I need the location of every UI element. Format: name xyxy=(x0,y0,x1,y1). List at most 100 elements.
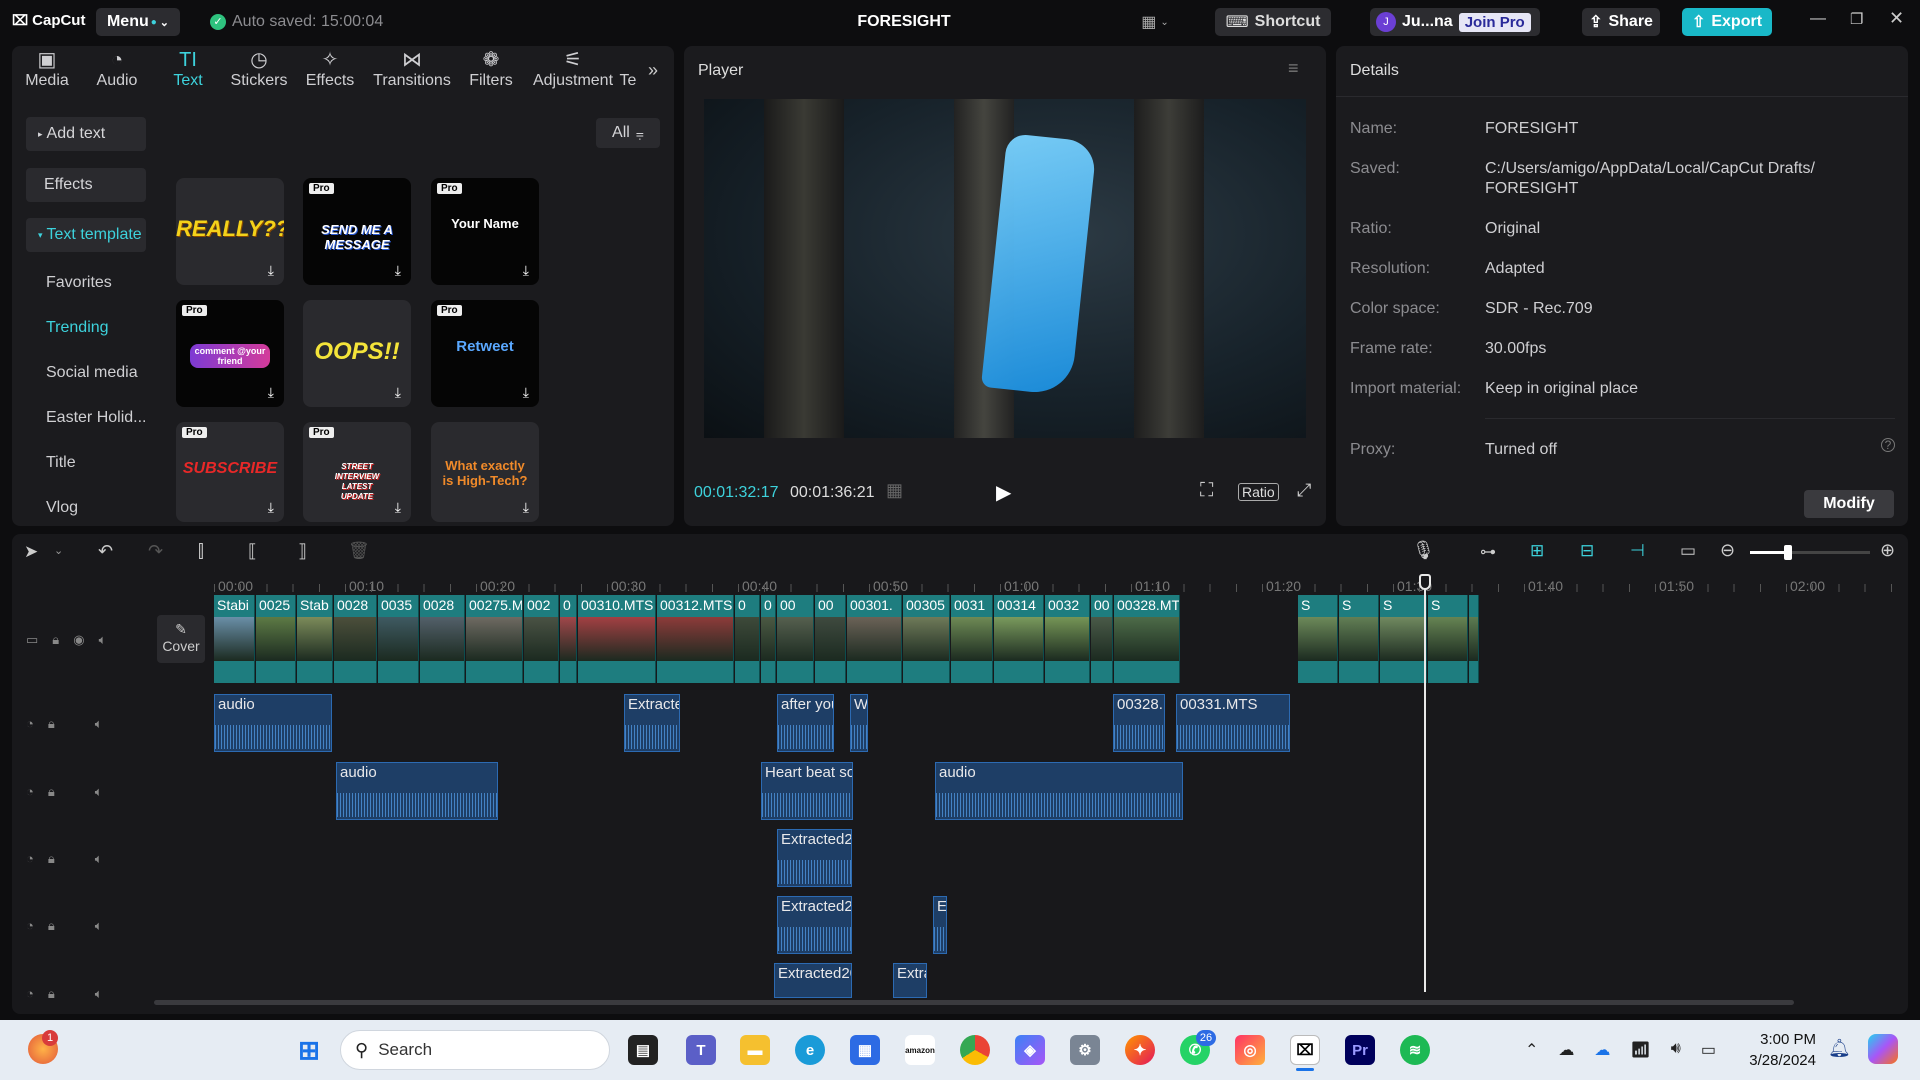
video-clip[interactable]: 00 xyxy=(777,595,814,683)
shortcut-button[interactable]: ⌨ Shortcut xyxy=(1215,8,1331,36)
play-button[interactable]: ▶ xyxy=(996,480,1011,505)
speaker-icon[interactable]: 🔈︎ xyxy=(95,784,103,800)
template-card-your-name[interactable]: Pro Your Name ⤓ xyxy=(431,178,539,285)
creative-cloud-icon[interactable]: ◎ xyxy=(1235,1035,1265,1065)
onedrive-icon[interactable]: ☁ xyxy=(1594,1040,1610,1060)
video-clip[interactable]: 00301. xyxy=(847,595,902,683)
video-clip[interactable]: 0 xyxy=(761,595,776,683)
wifi-icon[interactable]: 📶︎ xyxy=(1630,1040,1650,1060)
more-tabs-icon[interactable]: » xyxy=(648,60,658,81)
video-clip[interactable]: Stabi xyxy=(214,595,255,683)
speaker-icon[interactable]: 🔈︎ xyxy=(95,986,103,1002)
join-pro-button[interactable]: Join Pro xyxy=(1458,12,1531,32)
download-icon[interactable]: ⤓ xyxy=(395,384,401,401)
template-card-retweet[interactable]: Pro Retweet ⤓ xyxy=(431,300,539,407)
video-clip[interactable]: 00328.MT xyxy=(1114,595,1180,683)
player-menu-icon[interactable]: ≡ xyxy=(1288,58,1299,79)
audio-clip[interactable]: Extracted20 xyxy=(777,829,852,887)
download-icon[interactable]: ⤓ xyxy=(523,384,529,401)
sidebar-item-easter-holiday[interactable]: Easter Holid... xyxy=(46,409,146,427)
video-clip[interactable]: 0 xyxy=(560,595,577,683)
premiere-icon[interactable]: Pr xyxy=(1345,1035,1375,1065)
add-text-button[interactable]: ▸ Add text xyxy=(26,117,146,151)
video-clip[interactable]: S xyxy=(1339,595,1379,683)
video-clip[interactable]: 0031 xyxy=(951,595,993,683)
delete-icon[interactable]: 🗑 xyxy=(348,541,370,561)
file-explorer-icon[interactable]: ▬ xyxy=(740,1035,770,1065)
restore-button[interactable]: ❐ xyxy=(1850,10,1863,28)
audio-clip[interactable]: after you xyxy=(777,694,834,752)
zoom-out-icon[interactable]: ⊖ xyxy=(1720,540,1735,561)
video-clip[interactable]: 00305 xyxy=(903,595,950,683)
speaker-icon[interactable]: 🔈︎ xyxy=(95,851,103,867)
lock-icon[interactable]: 🔒︎ xyxy=(48,986,55,1002)
video-clip[interactable] xyxy=(1469,595,1479,683)
chevron-up-icon[interactable]: ⌃ xyxy=(1525,1040,1538,1060)
audio-track-icon[interactable]: ◔ xyxy=(26,918,34,934)
task-view-icon[interactable]: ▤ xyxy=(628,1035,658,1065)
spotify-icon[interactable]: ≋ xyxy=(1400,1035,1430,1065)
help-icon[interactable]: ? xyxy=(1881,438,1895,452)
share-button[interactable]: ⇪ Share xyxy=(1582,8,1660,36)
start-icon[interactable]: ⊞ xyxy=(294,1035,324,1065)
audio-clip[interactable]: Extracted20 xyxy=(774,963,852,998)
ratio-button[interactable]: Ratio xyxy=(1238,483,1279,501)
teams-icon[interactable]: T xyxy=(686,1035,716,1065)
chevron-down-icon[interactable]: ⌄ xyxy=(54,544,63,557)
speaker-icon[interactable]: 🔈︎ xyxy=(95,918,103,934)
amazon-icon[interactable]: amazon xyxy=(905,1035,935,1065)
audio-track-icon[interactable]: ◔ xyxy=(26,716,34,732)
tab-template[interactable]: Te xyxy=(618,48,638,96)
video-clip[interactable]: 0028 xyxy=(334,595,377,683)
download-icon[interactable]: ⤓ xyxy=(268,499,274,516)
caption-icon[interactable]: ▭ xyxy=(1680,541,1696,561)
select-tool-icon[interactable]: ➤ xyxy=(24,542,38,562)
video-clip[interactable]: S xyxy=(1428,595,1468,683)
speaker-icon[interactable]: 🔈︎ xyxy=(95,716,103,732)
download-icon[interactable]: ⤓ xyxy=(268,262,274,279)
video-clip[interactable]: 0035 xyxy=(378,595,419,683)
download-icon[interactable]: ⤓ xyxy=(395,499,401,516)
zoom-slider-handle[interactable] xyxy=(1784,545,1792,560)
video-clip[interactable]: 00310.MTS xyxy=(578,595,656,683)
lock-icon[interactable]: 🔒︎ xyxy=(48,851,55,867)
video-clip[interactable]: Stab xyxy=(297,595,333,683)
download-icon[interactable]: ⤓ xyxy=(395,262,401,279)
audio-clip[interactable]: Ex xyxy=(933,896,947,954)
lock-icon[interactable]: 🔒︎ xyxy=(48,784,55,800)
preview-axis-icon[interactable]: ⊣ xyxy=(1630,541,1645,561)
audio-clip[interactable]: 00328.M xyxy=(1113,694,1165,752)
microphone-icon[interactable]: 🎙 xyxy=(1412,540,1435,561)
notification-bell-icon[interactable]: 🔔︎ xyxy=(1828,1038,1851,1059)
capcut-icon[interactable]: ⌧ xyxy=(1290,1035,1320,1065)
track-type-icon[interactable]: ▭ xyxy=(26,632,38,648)
sidebar-item-vlog[interactable]: Vlog xyxy=(46,499,78,517)
playhead-handle[interactable] xyxy=(1419,574,1431,590)
firefox-icon[interactable]: ✦ xyxy=(1125,1035,1155,1065)
fullscreen-icon[interactable]: ⤢ xyxy=(1297,480,1311,501)
audio-clip[interactable]: 00331.MTS xyxy=(1176,694,1290,752)
video-clip[interactable]: 0025 xyxy=(256,595,296,683)
template-card-oops[interactable]: OOPS!! ⤓ xyxy=(303,300,411,407)
chrome-icon[interactable] xyxy=(960,1035,990,1065)
timecode-grid-icon[interactable]: ▦ xyxy=(886,480,903,501)
playhead[interactable] xyxy=(1424,574,1426,992)
tab-transitions[interactable]: ⋈ Transitions xyxy=(370,48,454,96)
eye-icon[interactable]: ◉ xyxy=(73,632,84,648)
audio-clip[interactable]: Heart beat so xyxy=(761,762,853,820)
auto-snap-icon[interactable]: ⊞ xyxy=(1530,541,1544,561)
cover-button[interactable]: ✎ Cover xyxy=(157,615,205,663)
volume-icon[interactable]: 🔊︎ xyxy=(1671,1040,1681,1060)
fit-screen-icon[interactable]: ⛶ xyxy=(1200,480,1213,502)
audio-track-icon[interactable]: ◔ xyxy=(26,784,34,800)
copilot-icon[interactable]: ◈ xyxy=(1015,1035,1045,1065)
store-icon[interactable]: ▦ xyxy=(850,1035,880,1065)
link-icon[interactable]: ⊶ xyxy=(1480,542,1496,562)
text-template-button[interactable]: ▾ Text template xyxy=(26,218,146,252)
clock-date[interactable]: 3/28/2024 xyxy=(1738,1052,1816,1069)
tab-filters[interactable]: ❁ Filters xyxy=(458,48,524,96)
template-card-really[interactable]: REALLY?? ⤓ xyxy=(176,178,284,285)
download-icon[interactable]: ⤓ xyxy=(268,384,274,401)
download-icon[interactable]: ⤓ xyxy=(523,499,529,516)
minimize-button[interactable]: — xyxy=(1810,10,1826,28)
